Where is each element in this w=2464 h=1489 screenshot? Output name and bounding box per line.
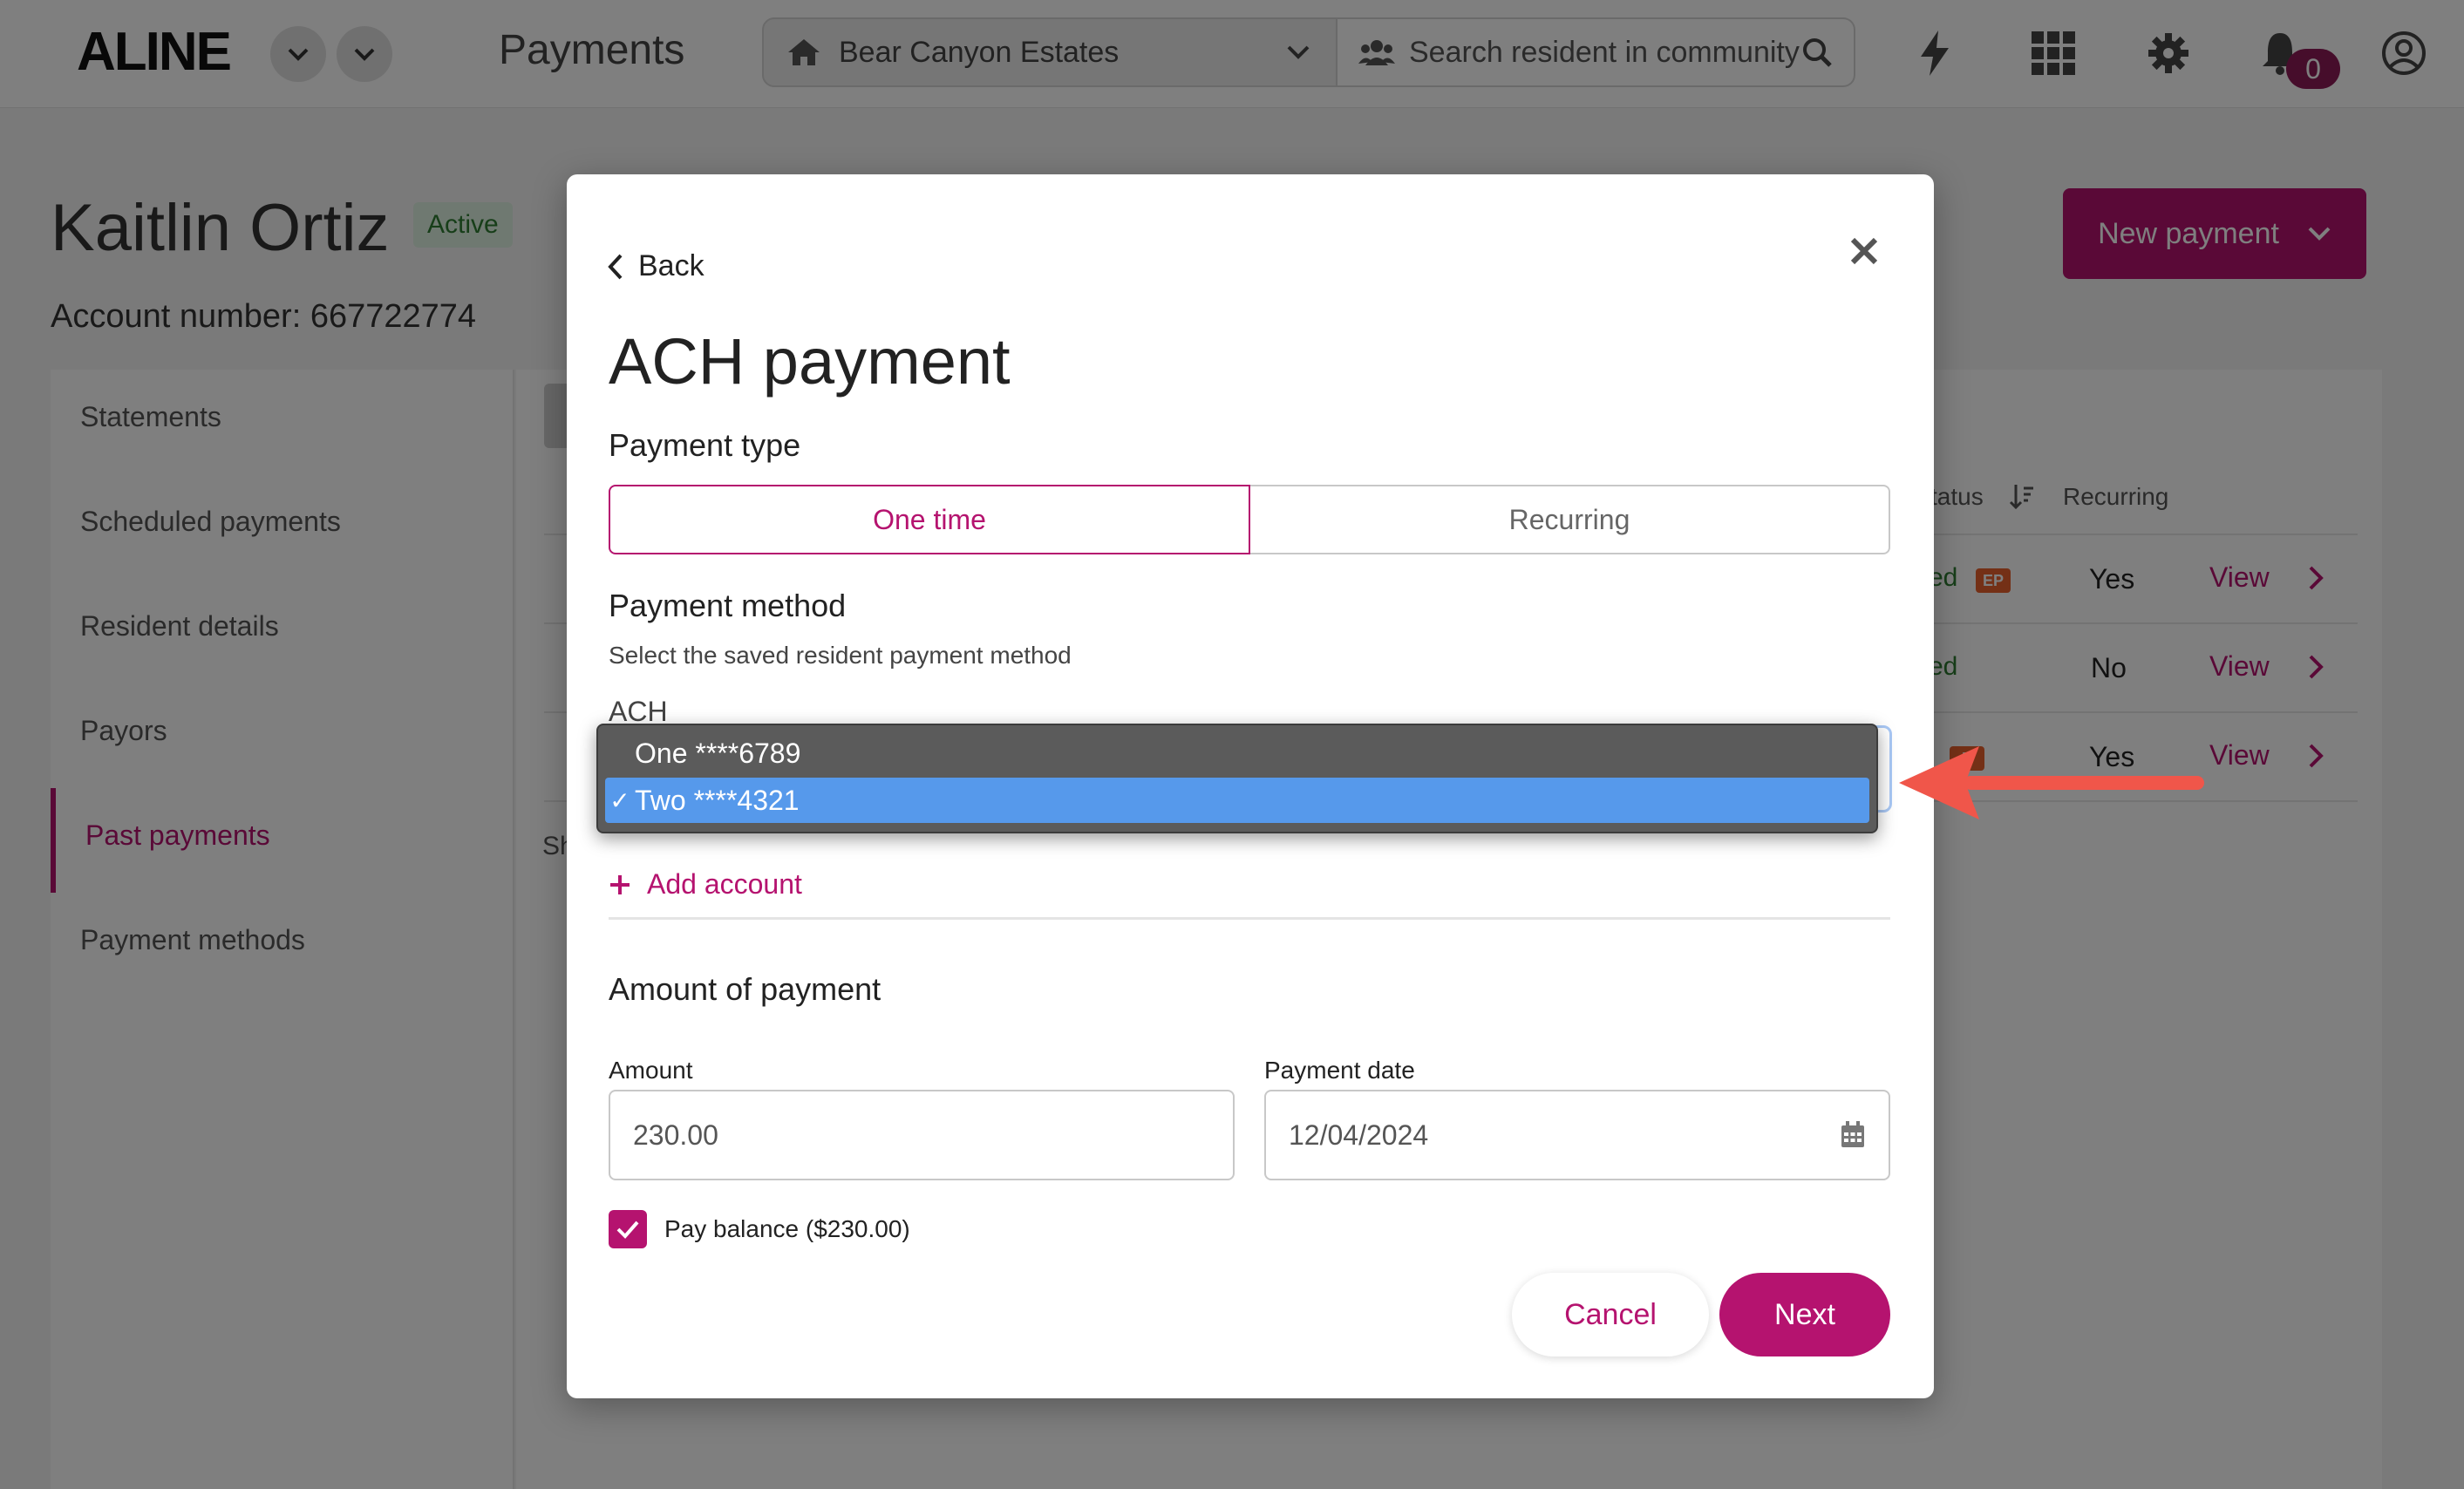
add-account-button[interactable]: Add account	[609, 868, 802, 901]
option-label: One ****6789	[635, 737, 801, 769]
one-time-option[interactable]: One time	[609, 485, 1250, 554]
payment-date-input[interactable]: 12/04/2024	[1264, 1090, 1890, 1180]
modal-title: ACH payment	[609, 325, 1011, 398]
payment-method-help: Select the saved resident payment method	[609, 642, 1072, 669]
ach-payment-modal: Back ACH payment Payment type One time R…	[567, 174, 1934, 1398]
section-divider	[609, 917, 1890, 920]
back-button[interactable]: Back	[607, 249, 704, 283]
close-icon	[1850, 237, 1878, 265]
pay-balance-checkbox[interactable]	[609, 1210, 647, 1248]
amount-label: Amount	[609, 1057, 693, 1084]
payment-type-label: Payment type	[609, 427, 801, 463]
cancel-button[interactable]: Cancel	[1512, 1273, 1709, 1356]
ach-account-dropdown: One ****6789 ✓ Two ****4321	[596, 724, 1878, 833]
amount-section-label: Amount of payment	[609, 971, 881, 1007]
recurring-option[interactable]: Recurring	[1250, 485, 1890, 554]
payment-type-toggle: One time Recurring	[609, 485, 1890, 554]
pay-balance-label[interactable]: Pay balance ($230.00)	[664, 1215, 910, 1243]
next-button[interactable]: Next	[1719, 1273, 1890, 1356]
add-account-label: Add account	[647, 868, 802, 900]
back-label: Back	[638, 249, 704, 282]
ach-option-two[interactable]: ✓ Two ****4321	[605, 778, 1869, 823]
ach-option-one[interactable]: One ****6789	[605, 731, 1869, 776]
annotation-arrow-icon	[1899, 746, 2204, 819]
option-label: Two ****4321	[635, 784, 800, 816]
close-button[interactable]	[1843, 230, 1885, 272]
amount-input[interactable]: 230.00	[609, 1090, 1235, 1180]
payment-date-value: 12/04/2024	[1289, 1118, 1429, 1151]
checkmark-icon: ✓	[609, 786, 630, 814]
chevron-left-icon	[608, 254, 623, 279]
payment-date-label: Payment date	[1264, 1057, 1415, 1084]
calendar-icon[interactable]	[1840, 1121, 1866, 1149]
payment-method-label: Payment method	[609, 588, 847, 623]
plus-icon	[610, 874, 630, 894]
checkmark-icon	[616, 1220, 639, 1239]
